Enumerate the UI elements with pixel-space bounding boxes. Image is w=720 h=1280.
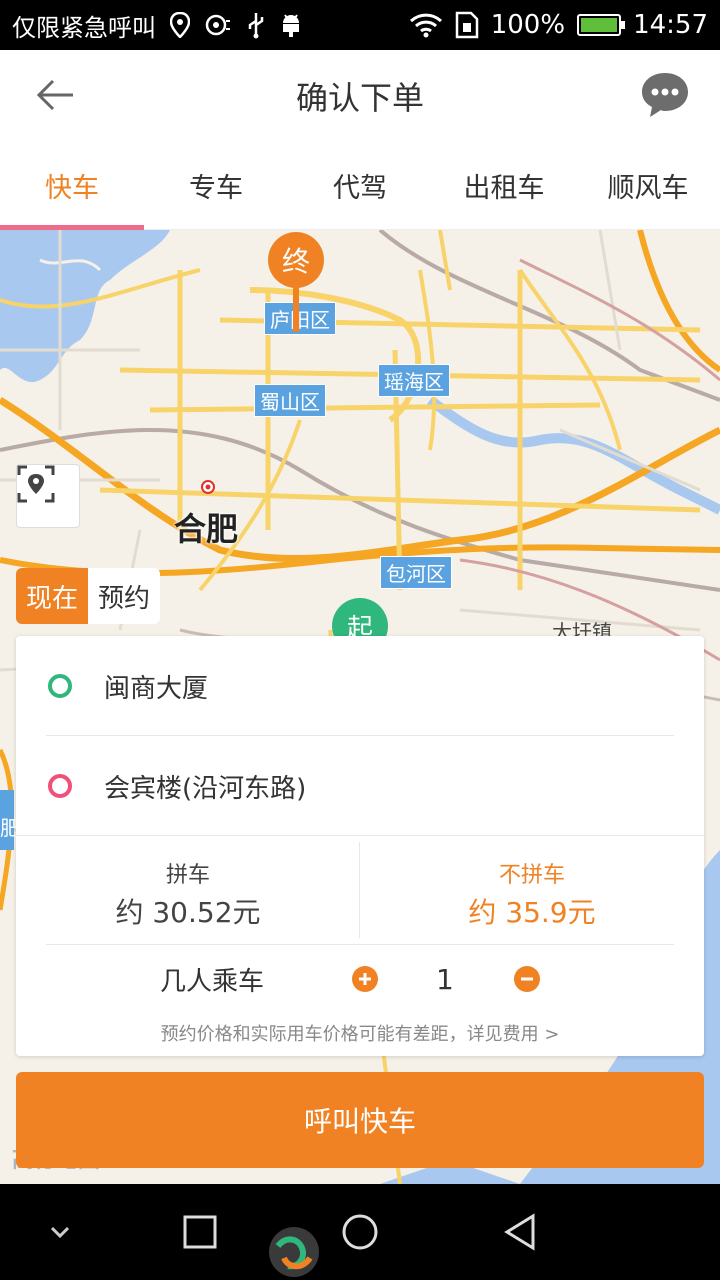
floating-app-icon[interactable] bbox=[268, 1226, 320, 1278]
carpool-option[interactable]: 拼车 约 30.52元 bbox=[16, 846, 360, 942]
wifi-icon bbox=[409, 12, 443, 38]
no-carpool-option[interactable]: 不拼车 约 35.9元 bbox=[360, 846, 704, 942]
passenger-label: 几人乘车 bbox=[160, 966, 265, 997]
battery-percent: 100% bbox=[490, 10, 566, 40]
plus-icon bbox=[359, 973, 371, 985]
tab-kuaiche[interactable]: 快车 bbox=[0, 142, 144, 230]
tab-taxi[interactable]: 出租车 bbox=[432, 142, 576, 229]
minus-icon bbox=[521, 977, 533, 981]
chevron-down-icon bbox=[50, 1226, 70, 1239]
hide-keyboard-button[interactable] bbox=[36, 1208, 84, 1256]
tab-zhuanche[interactable]: 专车 bbox=[144, 142, 288, 229]
increase-passenger-button[interactable] bbox=[352, 966, 378, 992]
circle-icon bbox=[342, 1214, 378, 1250]
back-nav-button[interactable] bbox=[496, 1208, 544, 1256]
battery-icon bbox=[577, 14, 626, 36]
district-label-baohe: 包河区 bbox=[380, 556, 452, 589]
sim-icon bbox=[455, 11, 479, 39]
page-title: 确认下单 bbox=[295, 79, 424, 117]
clock: 14:57 bbox=[633, 10, 708, 40]
order-card: 闽商大厦 会宾楼(沿河东路) 拼车 约 30.52元 不拼车 约 35.9元 几… bbox=[16, 636, 704, 1056]
passenger-count: 1 bbox=[436, 962, 454, 996]
locate-button[interactable] bbox=[16, 464, 80, 528]
chat-button[interactable] bbox=[640, 72, 690, 122]
destination-row[interactable]: 会宾楼(沿河东路) bbox=[16, 736, 704, 836]
origin-address: 闽商大厦 bbox=[104, 673, 209, 704]
time-toggle: 现在 预约 bbox=[16, 568, 161, 624]
triangle-back-icon bbox=[504, 1213, 535, 1251]
carpool-label: 拼车 bbox=[165, 863, 210, 888]
district-label-shushan: 蜀山区 bbox=[254, 384, 326, 417]
chat-bubble-icon bbox=[640, 71, 690, 123]
location-icon bbox=[170, 12, 190, 38]
reserve-button[interactable]: 预约 bbox=[88, 568, 161, 624]
now-button[interactable]: 现在 bbox=[16, 568, 89, 624]
city-label: 合肥 bbox=[174, 510, 239, 548]
home-button[interactable] bbox=[336, 1208, 384, 1256]
destination-dot-icon bbox=[48, 774, 72, 798]
square-icon bbox=[183, 1215, 217, 1249]
header: 确认下单 bbox=[0, 50, 720, 142]
origin-dot-icon bbox=[48, 674, 72, 698]
back-button[interactable] bbox=[32, 74, 78, 120]
origin-row[interactable]: 闽商大厦 bbox=[16, 636, 704, 736]
android-icon bbox=[280, 12, 302, 38]
destination-pin-label: 终 bbox=[268, 232, 324, 288]
carrier-text: 仅限紧急呼叫 bbox=[12, 13, 156, 42]
tab-shunfengche[interactable]: 顺风车 bbox=[576, 142, 720, 229]
sync-icon bbox=[204, 13, 232, 37]
system-nav-bar bbox=[0, 1184, 720, 1280]
decrease-passenger-button[interactable] bbox=[514, 966, 540, 992]
service-tabs: 快车 专车 代驾 出租车 顺风车 bbox=[0, 142, 720, 230]
district-label-yaohai: 瑶海区 bbox=[378, 364, 450, 397]
carpool-price: 约 30.52元 bbox=[115, 896, 261, 929]
price-note-link[interactable]: 预约价格和实际用车价格可能有差距，详见费用 > bbox=[16, 1020, 704, 1046]
destination-address: 会宾楼(沿河东路) bbox=[104, 773, 307, 804]
destination-pin[interactable]: 终 bbox=[268, 232, 324, 332]
usb-icon bbox=[246, 11, 266, 39]
status-bar: 仅限紧急呼叫 100% 14:57 bbox=[0, 0, 720, 50]
no-carpool-label: 不拼车 bbox=[498, 863, 565, 888]
tab-daijia[interactable]: 代驾 bbox=[288, 142, 432, 229]
passenger-row: 几人乘车 1 bbox=[16, 948, 704, 1010]
call-car-button[interactable]: 呼叫快车 bbox=[16, 1072, 704, 1168]
no-carpool-price: 约 35.9元 bbox=[468, 896, 596, 929]
recent-apps-button[interactable] bbox=[176, 1208, 224, 1256]
arrow-left-icon bbox=[35, 79, 75, 115]
